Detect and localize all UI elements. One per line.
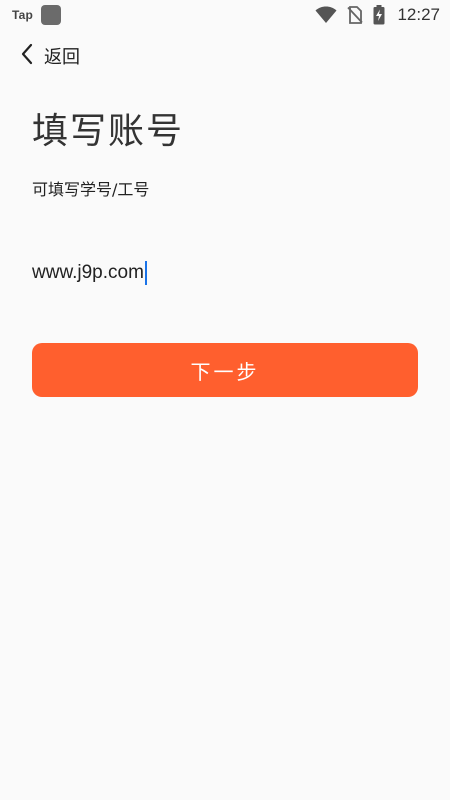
back-label: 返回 [44,47,80,68]
page-title: 填写账号 [32,111,185,152]
next-button[interactable]: 下一步 [32,343,418,397]
status-bar: Tap 12:27 [0,0,450,30]
wifi-icon [315,6,337,24]
status-clock: 12:27 [397,5,440,24]
battery-charging-icon [373,5,385,25]
account-input-value: www.j9p.com [32,262,144,283]
back-button[interactable]: 返回 [20,40,80,72]
chevron-left-icon [20,43,34,69]
status-left: Tap [12,5,62,25]
page-subtitle: 可填写学号/工号 [32,180,150,199]
status-right: 12:27 [315,5,440,25]
app-notification-icon [41,5,62,25]
no-sim-icon [347,6,364,24]
account-input[interactable]: www.j9p.com [32,255,418,291]
text-caret [144,261,147,285]
status-app-label: Tap [12,8,34,22]
